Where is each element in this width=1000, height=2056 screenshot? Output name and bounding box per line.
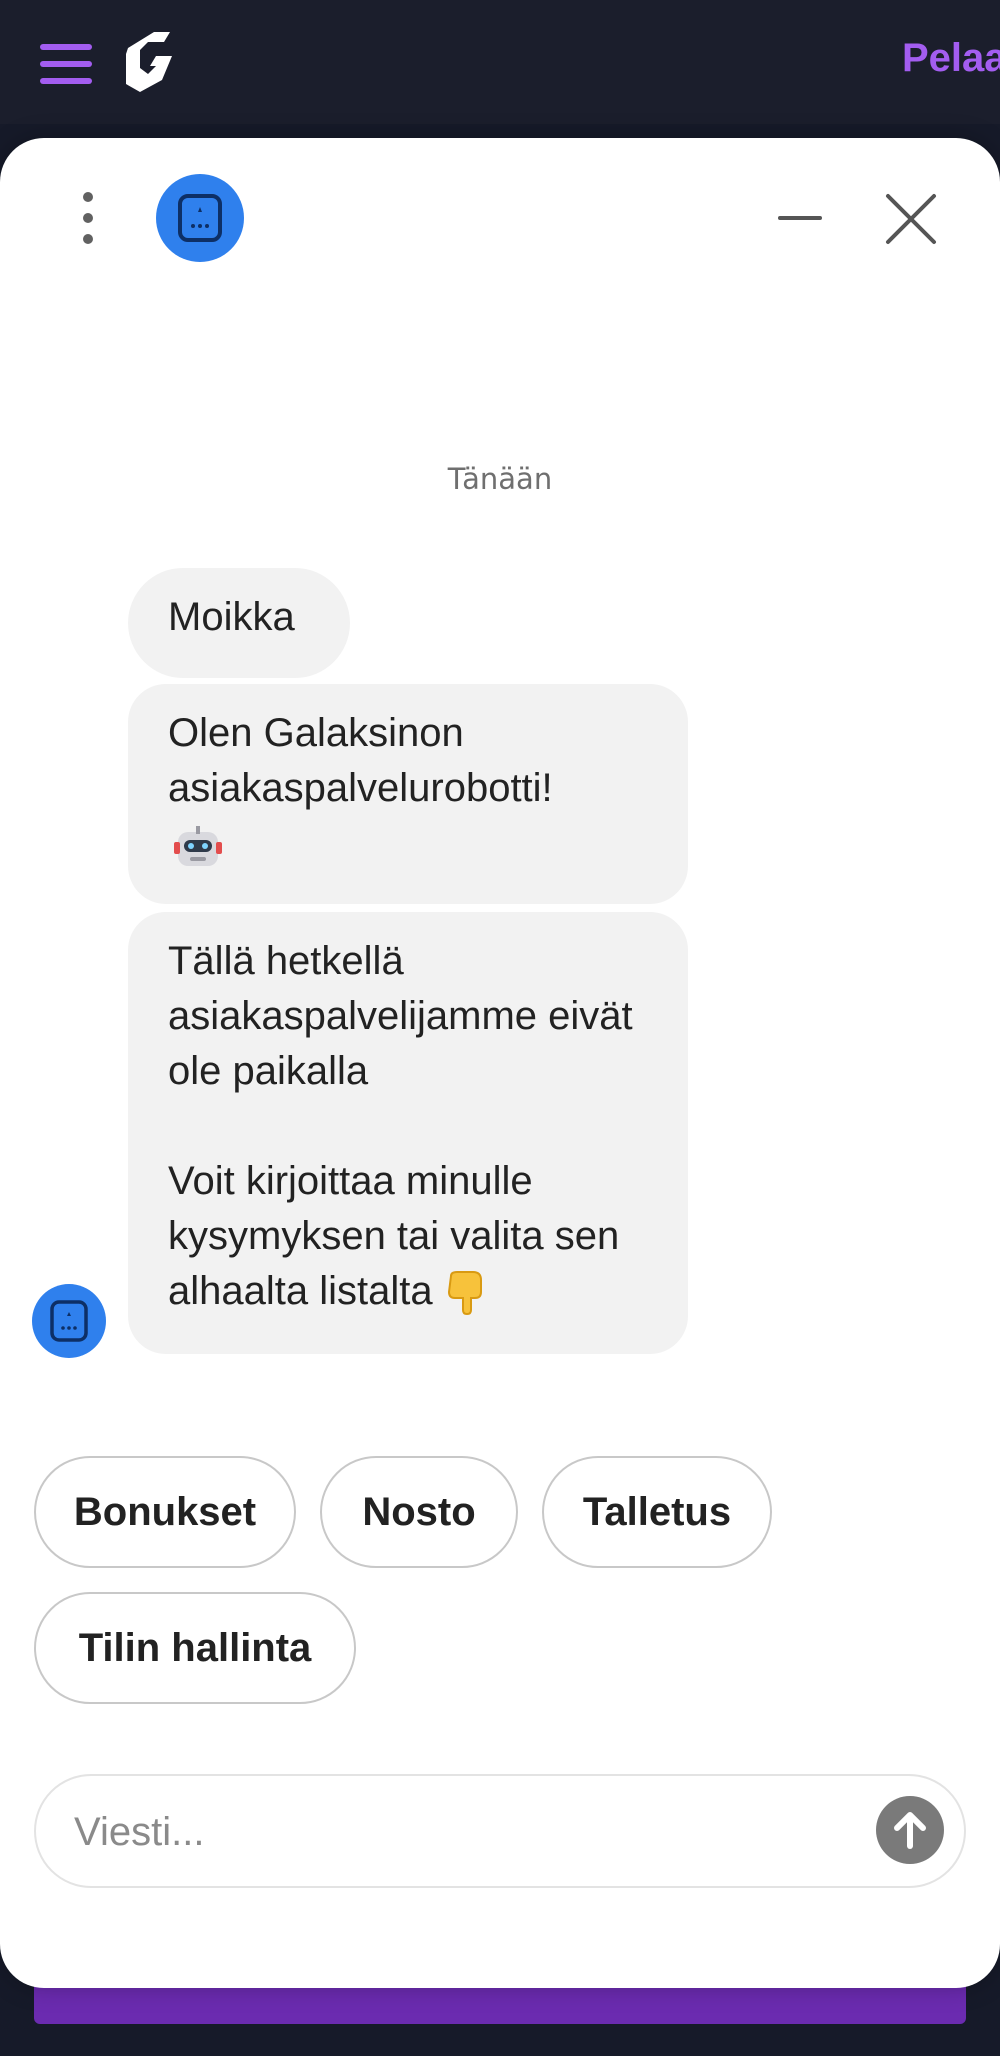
bot-message: Olen Galaksinon asiakaspalvelurobotti! xyxy=(128,684,688,904)
quick-reply-talletus[interactable]: Talletus xyxy=(542,1456,772,1568)
quick-reply-bonukset[interactable]: Bonukset xyxy=(34,1456,296,1568)
bot-message: Moikka xyxy=(128,568,350,678)
message-input[interactable] xyxy=(72,1800,876,1864)
chat-widget: Tänään Moikka Olen Galaksinon asiakaspal… xyxy=(0,138,1000,1988)
quick-reply-tilin-hallinta[interactable]: Tilin hallinta xyxy=(34,1592,356,1704)
arrow-up-icon xyxy=(894,1812,926,1849)
site-logo[interactable] xyxy=(118,26,178,98)
close-icon[interactable] xyxy=(882,190,940,248)
send-button[interactable] xyxy=(876,1796,944,1864)
bot-avatar xyxy=(32,1284,106,1358)
message-text: Tällä hetkellä asiakaspalvelijamme eivät… xyxy=(168,939,633,1313)
message-composer xyxy=(34,1774,966,1888)
play-link[interactable]: Pelaa xyxy=(902,36,1000,81)
bot-avatar xyxy=(156,174,244,262)
date-divider: Tänään xyxy=(447,462,553,496)
site-header: Pelaa xyxy=(0,0,1000,124)
bot-message: Tällä hetkellä asiakaspalvelijamme eivät… xyxy=(128,912,688,1354)
message-text: Olen Galaksinon asiakaspalvelurobotti! xyxy=(168,711,553,810)
minimize-icon[interactable] xyxy=(776,202,824,234)
message-text: Moikka xyxy=(168,595,295,639)
pointing-down-icon xyxy=(447,1271,482,1316)
more-options-icon[interactable] xyxy=(76,190,100,246)
quick-reply-nosto[interactable]: Nosto xyxy=(320,1456,518,1568)
robot-face-icon xyxy=(174,826,222,867)
hamburger-menu-icon[interactable] xyxy=(40,44,92,84)
